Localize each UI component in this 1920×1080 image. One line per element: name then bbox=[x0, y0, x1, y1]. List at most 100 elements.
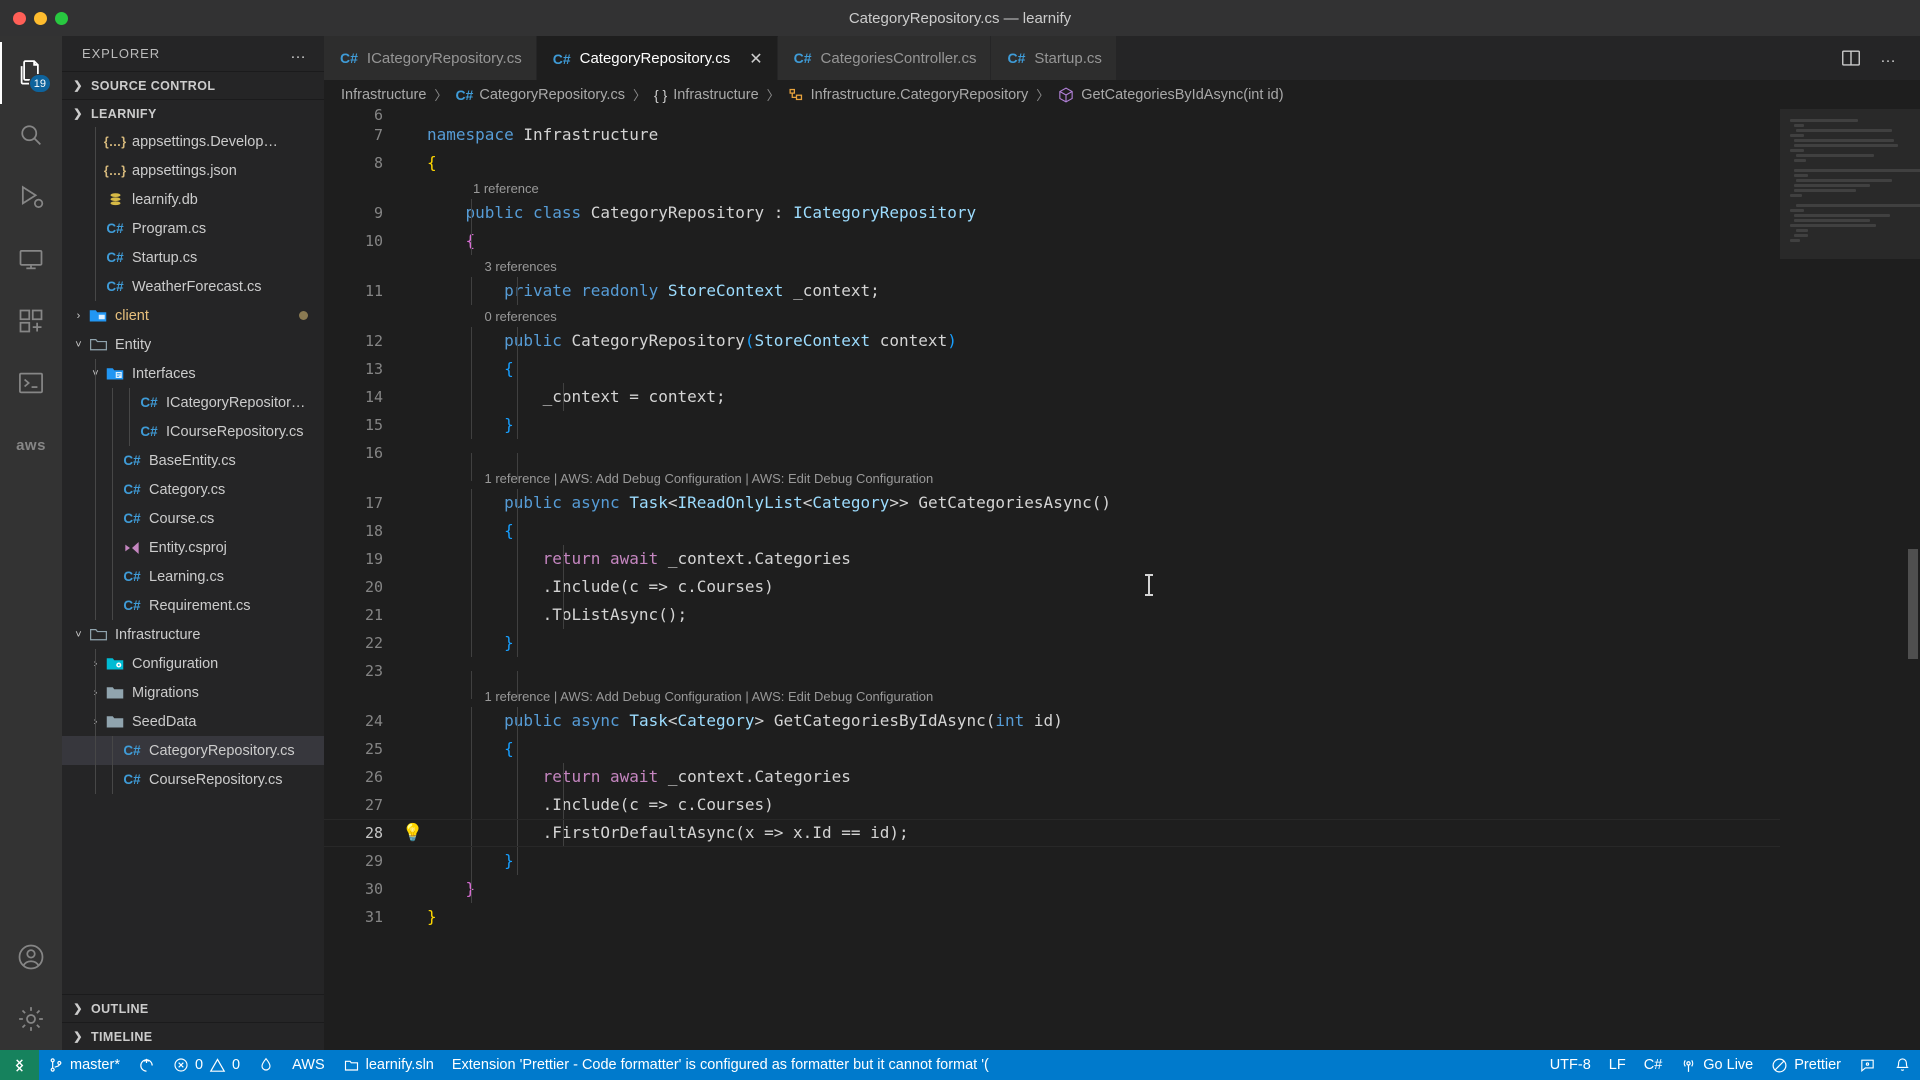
tree-file-row[interactable]: C#CategoryRepository.cs bbox=[62, 736, 324, 765]
codelens[interactable]: 1 reference bbox=[324, 177, 1780, 199]
codelens[interactable]: 3 references bbox=[324, 255, 1780, 277]
code-line[interactable]: 10 { bbox=[324, 227, 1780, 255]
code-line[interactable]: 21 .ToListAsync(); bbox=[324, 601, 1780, 629]
breadcrumb[interactable]: Infrastructure〉C#CategoryRepository.cs〉{… bbox=[324, 80, 1920, 109]
code-line[interactable]: 25 { bbox=[324, 735, 1780, 763]
lightbulb-icon[interactable]: 💡 bbox=[399, 823, 427, 843]
status-branch[interactable]: master* bbox=[39, 1050, 129, 1080]
activity-item-aws-toolkit[interactable]: aws bbox=[0, 414, 62, 476]
chevron-down-icon[interactable]: ˅ bbox=[70, 629, 87, 641]
tree-file-row[interactable]: C#Requirement.cs bbox=[62, 591, 324, 620]
tree-file-row[interactable]: C#CourseRepository.cs bbox=[62, 765, 324, 794]
code-line[interactable]: 28💡 .FirstOrDefaultAsync(x => x.Id == id… bbox=[324, 819, 1780, 847]
codelens-label[interactable]: 3 references bbox=[485, 259, 557, 274]
tree-folder-row[interactable]: ›Configuration bbox=[62, 649, 324, 678]
status-remote-indicator[interactable] bbox=[0, 1050, 39, 1080]
editor-scrollbar[interactable] bbox=[1906, 109, 1920, 1050]
codelens-label[interactable]: 0 references bbox=[485, 309, 557, 324]
status-encoding[interactable]: UTF-8 bbox=[1541, 1050, 1600, 1080]
window-controls[interactable] bbox=[0, 12, 68, 25]
section-learnify[interactable]: ❯ LEARNIFY bbox=[62, 99, 324, 127]
status-feedback[interactable] bbox=[1850, 1050, 1885, 1080]
status-sync-changes[interactable] bbox=[129, 1050, 164, 1080]
code-line[interactable]: 13 { bbox=[324, 355, 1780, 383]
code-line[interactable]: 24 public async Task<Category> GetCatego… bbox=[324, 707, 1780, 735]
editor-more-actions-button[interactable]: … bbox=[1880, 53, 1898, 63]
activity-item-explorer[interactable]: 19 bbox=[0, 42, 62, 104]
code-line[interactable]: 15 } bbox=[324, 411, 1780, 439]
breadcrumb-item[interactable]: { }Infrastructure bbox=[649, 87, 764, 103]
code-line[interactable]: 19 return await _context.Categories bbox=[324, 545, 1780, 573]
code-line[interactable]: 7namespace Infrastructure bbox=[324, 121, 1780, 149]
breadcrumb-item[interactable]: Infrastructure bbox=[336, 87, 431, 103]
status-notification-message[interactable]: Extension 'Prettier - Code formatter' is… bbox=[443, 1050, 998, 1080]
tree-file-row[interactable]: C#ICategoryRepositor… bbox=[62, 388, 324, 417]
breadcrumb-item[interactable]: Infrastructure.CategoryRepository bbox=[783, 86, 1034, 103]
status-aws[interactable]: AWS bbox=[283, 1050, 334, 1080]
code-line[interactable]: 9 public class CategoryRepository : ICat… bbox=[324, 199, 1780, 227]
code-line[interactable]: 29 } bbox=[324, 847, 1780, 875]
tree-file-row[interactable]: C#Course.cs bbox=[62, 504, 324, 533]
tree-folder-row[interactable]: ›Migrations bbox=[62, 678, 324, 707]
status-go-live[interactable]: Go Live bbox=[1671, 1050, 1762, 1080]
code-content[interactable]: 67namespace Infrastructure8{1 reference9… bbox=[324, 109, 1780, 931]
tree-file-row[interactable]: C#BaseEntity.cs bbox=[62, 446, 324, 475]
status-eol[interactable]: LF bbox=[1600, 1050, 1635, 1080]
codelens-label[interactable]: 1 reference | AWS: Add Debug Configurati… bbox=[485, 689, 934, 704]
status-notifications[interactable] bbox=[1885, 1050, 1920, 1080]
code-line[interactable]: 16 bbox=[324, 439, 1780, 467]
tree-file-row[interactable]: {…}appsettings.Develop… bbox=[62, 127, 324, 156]
code-line[interactable]: 18 { bbox=[324, 517, 1780, 545]
activity-item-run-and-debug[interactable] bbox=[0, 166, 62, 228]
codelens[interactable]: 1 reference | AWS: Add Debug Configurati… bbox=[324, 467, 1780, 489]
activity-item-search[interactable] bbox=[0, 104, 62, 166]
section-timeline[interactable]: ❯ TIMELINE bbox=[62, 1022, 324, 1050]
tree-file-row[interactable]: C#WeatherForecast.cs bbox=[62, 272, 324, 301]
section-outline[interactable]: ❯ OUTLINE bbox=[62, 994, 324, 1022]
code-line[interactable]: 26 return await _context.Categories bbox=[324, 763, 1780, 791]
chevron-down-icon[interactable]: ˅ bbox=[70, 339, 87, 351]
tree-file-row[interactable]: C#Learning.cs bbox=[62, 562, 324, 591]
status-prettier[interactable]: Prettier bbox=[1762, 1050, 1850, 1080]
status-solution[interactable]: learnify.sln bbox=[334, 1050, 443, 1080]
code-line[interactable]: 14 _context = context; bbox=[324, 383, 1780, 411]
file-tree[interactable]: {…}appsettings.Develop…{…}appsettings.js… bbox=[62, 127, 324, 994]
maximize-window-button[interactable] bbox=[55, 12, 68, 25]
code-line[interactable]: 11 private readonly StoreContext _contex… bbox=[324, 277, 1780, 305]
status-language-mode[interactable]: C# bbox=[1635, 1050, 1672, 1080]
tree-file-row[interactable]: learnify.db bbox=[62, 185, 324, 214]
status-problems[interactable]: 0 0 bbox=[164, 1050, 249, 1080]
breadcrumb-item[interactable]: GetCategoriesByIdAsync(int id) bbox=[1052, 86, 1288, 104]
code-scroll-area[interactable]: 67namespace Infrastructure8{1 reference9… bbox=[324, 109, 1780, 1050]
editor-tab[interactable]: C#CategoriesController.cs bbox=[778, 36, 992, 80]
activity-item-accounts[interactable] bbox=[0, 926, 62, 988]
activity-item-extensions[interactable] bbox=[0, 290, 62, 352]
codelens[interactable]: 0 references bbox=[324, 305, 1780, 327]
status-live-share[interactable] bbox=[249, 1050, 283, 1080]
tree-file-row[interactable]: C#Program.cs bbox=[62, 214, 324, 243]
tree-file-row[interactable]: C#ICourseRepository.cs bbox=[62, 417, 324, 446]
split-editor-button[interactable] bbox=[1840, 47, 1862, 69]
section-source-control[interactable]: ❯ SOURCE CONTROL bbox=[62, 71, 324, 99]
activity-item-terminal[interactable] bbox=[0, 352, 62, 414]
activity-item-settings[interactable] bbox=[0, 988, 62, 1050]
codelens-label[interactable]: 1 reference bbox=[473, 181, 539, 196]
chevron-right-icon[interactable]: › bbox=[70, 310, 87, 322]
code-line[interactable]: 31} bbox=[324, 903, 1780, 931]
code-line[interactable]: 8{ bbox=[324, 149, 1780, 177]
tree-file-row[interactable]: C#Startup.cs bbox=[62, 243, 324, 272]
code-line[interactable]: 22 } bbox=[324, 629, 1780, 657]
editor-tab[interactable]: C#ICategoryRepository.cs bbox=[324, 36, 537, 80]
tree-folder-row[interactable]: ›SeedData bbox=[62, 707, 324, 736]
codelens-label[interactable]: 1 reference | AWS: Add Debug Configurati… bbox=[485, 471, 934, 486]
tree-folder-row[interactable]: ˅Infrastructure bbox=[62, 620, 324, 649]
editor-tab[interactable]: C#Startup.cs bbox=[991, 36, 1116, 80]
tree-file-row[interactable]: Entity.csproj bbox=[62, 533, 324, 562]
tab-list[interactable]: C#ICategoryRepository.csC#CategoryReposi… bbox=[324, 36, 1117, 80]
activity-item-remote-explorer[interactable] bbox=[0, 228, 62, 290]
tree-folder-row[interactable]: ˅Interfaces bbox=[62, 359, 324, 388]
code-line[interactable]: 23 bbox=[324, 657, 1780, 685]
sidebar-more-actions-button[interactable]: … bbox=[290, 49, 308, 59]
close-window-button[interactable] bbox=[13, 12, 26, 25]
tree-file-row[interactable]: {…}appsettings.json bbox=[62, 156, 324, 185]
